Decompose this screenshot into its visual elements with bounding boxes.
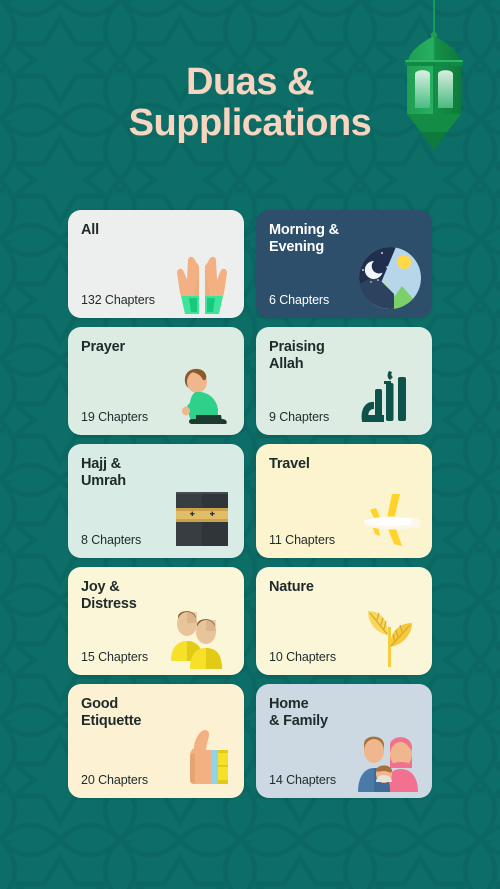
category-card-chapter-count: 10 Chapters [269, 650, 336, 664]
category-card-chapter-count: 8 Chapters [81, 533, 142, 547]
category-card-chapter-count: 6 Chapters [269, 293, 330, 307]
category-card-title: Hajj & Umrah [81, 456, 126, 490]
category-card[interactable]: Joy & Distress 15 Chapters [68, 567, 244, 675]
category-card[interactable]: Morning & Evening 6 Chapters [256, 210, 432, 318]
category-card-title: Joy & Distress [81, 579, 137, 613]
category-card[interactable]: Hajj & Umrah 8 Chapters [68, 444, 244, 558]
category-card[interactable]: Praising Allah 9 Chapters [256, 327, 432, 435]
category-card[interactable]: Home & Family 14 Chapters [256, 684, 432, 798]
category-card-title: All [81, 222, 99, 238]
category-card[interactable]: All 132 Chapters [68, 210, 244, 318]
header: Duas & Supplications [0, 61, 500, 145]
category-card-chapter-count: 15 Chapters [81, 650, 148, 664]
category-card[interactable]: Nature 10 Chapters [256, 567, 432, 675]
category-card-title: Home & Family [269, 696, 328, 730]
category-card-title: Good Etiquette [81, 696, 142, 730]
category-card-chapter-count: 11 Chapters [269, 533, 336, 547]
category-card-title: Travel [269, 456, 310, 472]
category-card[interactable]: Good Etiquette 20 Chapters [68, 684, 244, 798]
category-card-title: Prayer [81, 339, 125, 355]
category-card-title: Morning & Evening [269, 222, 339, 256]
duas-supplications-screen: Duas & Supplications All 132 Chapters Mo… [0, 0, 500, 889]
category-card-grid: All 132 Chapters Morning & Evening 6 Cha… [68, 210, 432, 798]
category-card-chapter-count: 20 Chapters [81, 773, 148, 787]
category-card-title: Nature [269, 579, 314, 595]
category-card-chapter-count: 14 Chapters [269, 773, 336, 787]
category-card-chapter-count: 132 Chapters [81, 293, 155, 307]
page-title: Duas & Supplications [128, 61, 372, 145]
category-card[interactable]: Prayer 19 Chapters [68, 327, 244, 435]
category-card[interactable]: Travel 11 Chapters [256, 444, 432, 558]
category-card-chapter-count: 9 Chapters [269, 410, 330, 424]
category-card-title: Praising Allah [269, 339, 325, 373]
category-card-chapter-count: 19 Chapters [81, 410, 148, 424]
